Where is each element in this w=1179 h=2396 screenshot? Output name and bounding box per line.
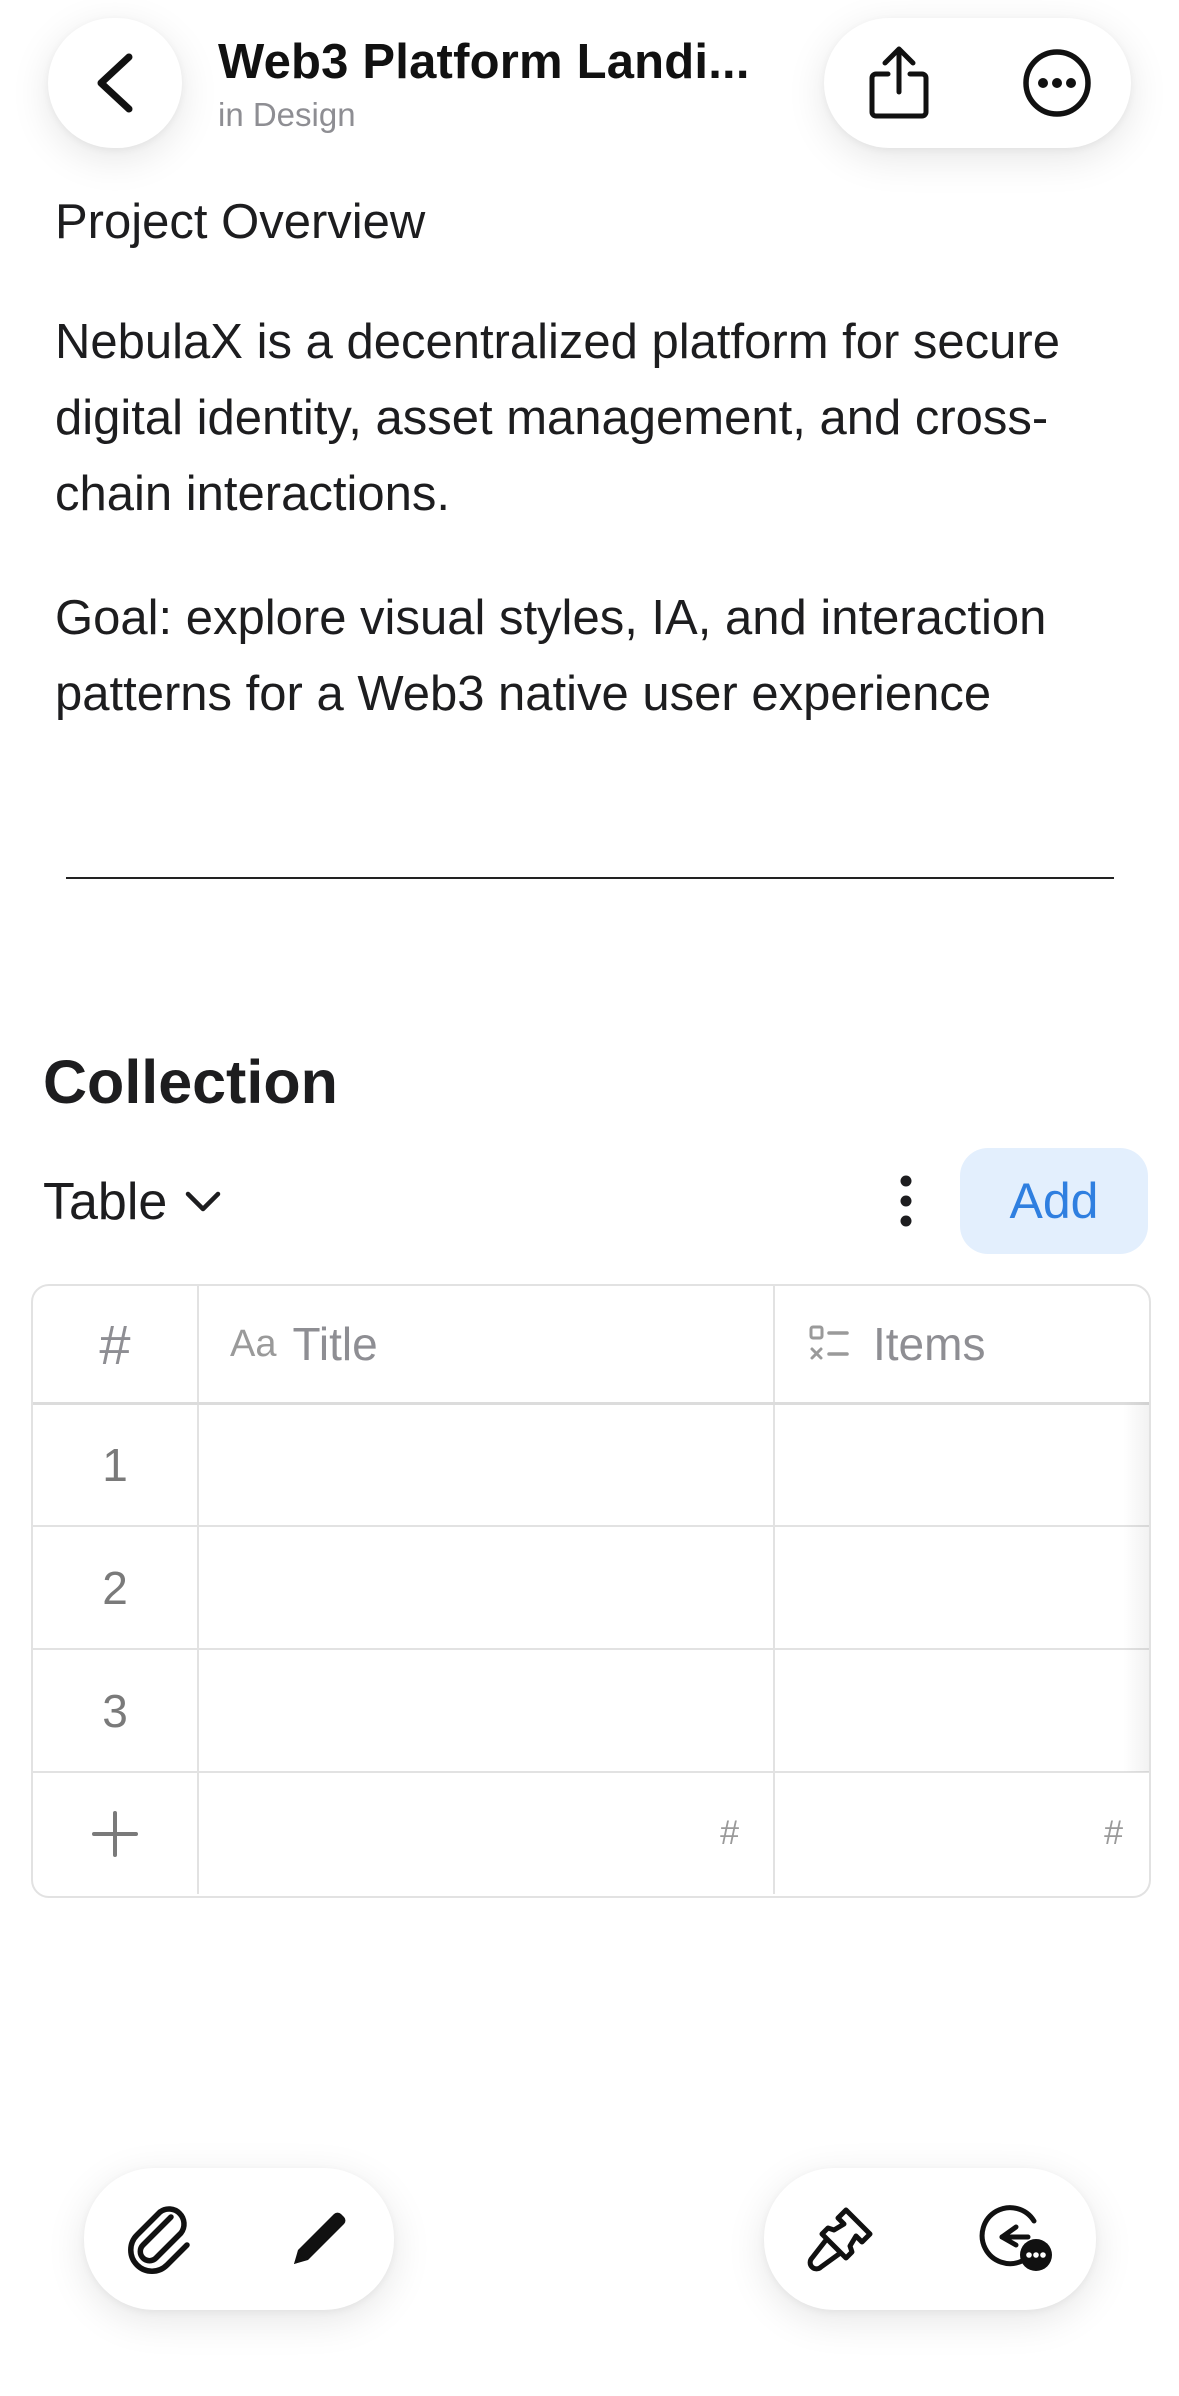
- hash-icon: #: [99, 1312, 131, 1376]
- items-summary: #: [1104, 1814, 1123, 1852]
- plus-icon: [91, 1810, 139, 1858]
- add-row-button[interactable]: [33, 1773, 199, 1894]
- items-cell[interactable]: [775, 1405, 1149, 1525]
- table-header-row: # Aa Title Items: [33, 1286, 1149, 1405]
- view-selector[interactable]: Table: [43, 1172, 221, 1232]
- chevron-left-icon: [93, 53, 137, 113]
- column-header-index[interactable]: #: [33, 1286, 199, 1402]
- attach-button[interactable]: [106, 2184, 216, 2294]
- title-cell[interactable]: [197, 1405, 775, 1525]
- divider: [66, 877, 1114, 879]
- row-index: 3: [33, 1650, 199, 1771]
- view-label: Table: [43, 1173, 168, 1231]
- title-cell[interactable]: [197, 1527, 775, 1648]
- goal-paragraph[interactable]: Goal: explore visual styles, IA, and int…: [55, 580, 1135, 732]
- column-header-items[interactable]: Items: [775, 1286, 1149, 1402]
- page-location[interactable]: in Design: [218, 96, 356, 134]
- row-index: 1: [33, 1405, 199, 1525]
- section-heading[interactable]: Project Overview: [55, 184, 1135, 260]
- bottom-toolbar-right: [764, 2168, 1096, 2310]
- share-button[interactable]: [844, 36, 954, 130]
- edit-button[interactable]: [264, 2184, 374, 2294]
- table-footer-row: # #: [33, 1773, 1149, 1894]
- column-header-label: Title: [292, 1318, 378, 1370]
- paintbrush-icon: [806, 2204, 876, 2274]
- row-index: 2: [33, 1527, 199, 1648]
- pencil-icon: [286, 2206, 352, 2272]
- items-cell[interactable]: [775, 1527, 1149, 1648]
- history-comments-button[interactable]: [956, 2184, 1074, 2294]
- more-vertical-icon: [899, 1175, 913, 1227]
- ellipsis-circle-icon: [1021, 47, 1093, 119]
- table-row[interactable]: 3: [33, 1650, 1149, 1773]
- collection-more-button[interactable]: [880, 1170, 932, 1232]
- column-header-label: Items: [873, 1318, 986, 1370]
- page-title: Web3 Platform Landi...: [218, 35, 750, 89]
- add-button[interactable]: Add: [960, 1148, 1148, 1254]
- items-cell[interactable]: [775, 1650, 1149, 1771]
- style-button[interactable]: [786, 2184, 896, 2294]
- bottom-toolbar-left: [84, 2168, 394, 2310]
- paperclip-icon: [127, 2203, 195, 2275]
- scroll-shadow: [1123, 1402, 1149, 1772]
- title-summary-cell[interactable]: #: [197, 1773, 775, 1894]
- table-row[interactable]: 2: [33, 1527, 1149, 1650]
- share-icon: [866, 44, 932, 122]
- overview-paragraph[interactable]: NebulaX is a decentralized platform for …: [55, 304, 1135, 532]
- header-actions: [824, 18, 1131, 148]
- collection-table: # Aa Title Items 1 2 3 # #: [31, 1284, 1151, 1898]
- items-summary-cell[interactable]: #: [775, 1773, 1149, 1894]
- history-chat-icon: [976, 2203, 1054, 2275]
- chevron-down-icon: [185, 1190, 221, 1214]
- back-button[interactable]: [48, 18, 182, 148]
- text-aa-icon: Aa: [230, 1322, 277, 1365]
- title-summary: #: [720, 1814, 739, 1852]
- checklist-icon: [809, 1325, 849, 1363]
- collection-heading[interactable]: Collection: [43, 1047, 338, 1117]
- title-cell[interactable]: [197, 1650, 775, 1771]
- more-options-button[interactable]: [1002, 36, 1112, 130]
- table-row[interactable]: 1: [33, 1405, 1149, 1527]
- column-header-title[interactable]: Aa Title: [197, 1286, 775, 1402]
